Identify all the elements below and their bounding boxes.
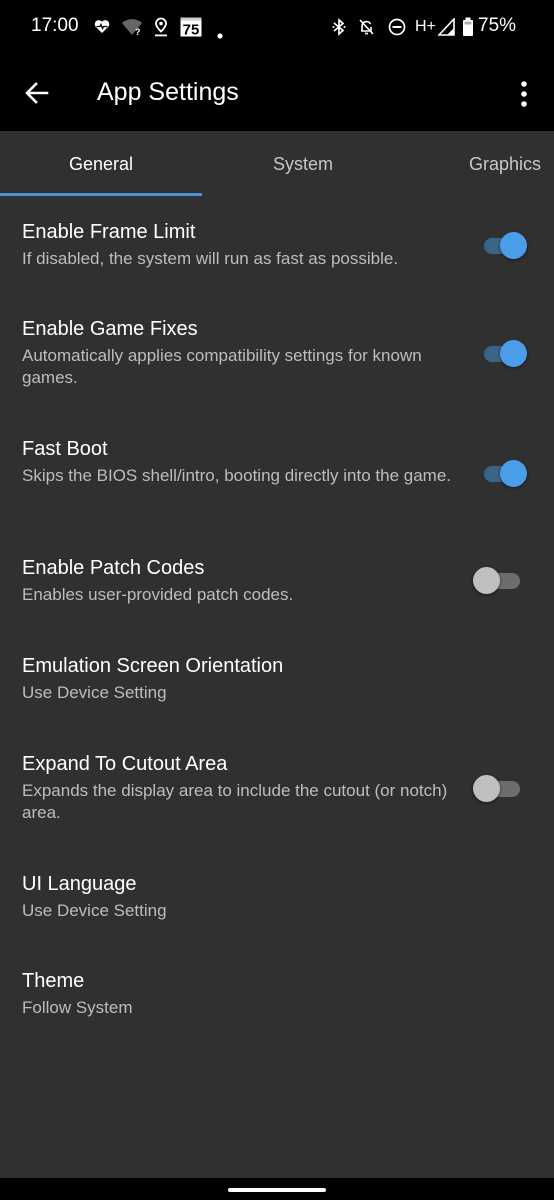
pref-summary: If disabled, the system will run as fast… <box>22 249 399 268</box>
pref-title: Enable Game Fixes <box>22 318 198 340</box>
pref-summary: Automatically applies compatibility sett… <box>22 346 422 387</box>
overflow-menu-button[interactable] <box>510 78 538 110</box>
tab-graphics[interactable]: Graphics <box>404 131 554 196</box>
bell-off-icon <box>358 18 375 42</box>
settings-list: Enable Frame Limit If disabled, the syst… <box>0 196 554 1178</box>
home-gesture-handle[interactable] <box>228 1188 326 1192</box>
back-button[interactable] <box>22 78 52 108</box>
pref-enable-game-fixes[interactable]: Enable Game Fixes Automatically applies … <box>0 294 554 414</box>
pref-title: Enable Patch Codes <box>22 557 205 579</box>
pref-enable-patch-codes[interactable]: Enable Patch Codes Enables user-provided… <box>0 534 554 632</box>
pref-summary: Skips the BIOS shell/intro, booting dire… <box>22 466 452 485</box>
navigation-bar <box>0 1178 554 1200</box>
pref-expand-to-cutout-area[interactable]: Expand To Cutout Area Expands the displa… <box>0 730 554 850</box>
pref-title: Theme <box>22 970 85 992</box>
enable-patch-codes-switch[interactable] <box>473 566 528 594</box>
pref-title: Expand To Cutout Area <box>22 753 228 775</box>
pref-title: Emulation Screen Orientation <box>22 655 284 677</box>
battery-percent: 75% <box>478 15 517 36</box>
tab-bar: General System Graphics <box>0 131 554 196</box>
svg-text:?: ? <box>135 27 141 36</box>
cell-signal-icon <box>437 16 455 42</box>
more-vert-icon <box>521 81 527 107</box>
enable-game-fixes-switch[interactable] <box>476 339 528 367</box>
fast-boot-switch[interactable] <box>476 459 528 487</box>
pref-enable-frame-limit[interactable]: Enable Frame Limit If disabled, the syst… <box>0 196 554 294</box>
tab-general[interactable]: General <box>0 131 202 196</box>
wifi-unknown-icon: ? <box>121 18 143 42</box>
svg-text:75: 75 <box>183 22 200 38</box>
pref-summary: Enables user-provided patch codes. <box>22 585 294 604</box>
do-not-disturb-icon <box>388 18 406 42</box>
pref-summary: Expands the display area to include the … <box>22 781 448 822</box>
location-icon <box>154 17 168 43</box>
calendar-75-icon: 75 <box>180 17 202 43</box>
status-bar: 17:00 ? 75 H+ 75% <box>0 0 554 56</box>
pref-title: Fast Boot <box>22 438 108 460</box>
heart-monitor-icon <box>94 19 110 40</box>
pref-title: Enable Frame Limit <box>22 221 196 243</box>
pref-fast-boot[interactable]: Fast Boot Skips the BIOS shell/intro, bo… <box>0 414 554 534</box>
network-type-icon: H+ <box>415 18 436 35</box>
bluetooth-icon <box>332 18 346 42</box>
pref-title: UI Language <box>22 873 137 895</box>
pref-emulation-screen-orientation[interactable]: Emulation Screen Orientation Use Device … <box>0 632 554 730</box>
pref-summary: Use Device Setting <box>22 901 167 920</box>
pref-theme[interactable]: Theme Follow System <box>0 948 554 1046</box>
app-bar: App Settings <box>0 56 554 131</box>
page-title: App Settings <box>97 78 239 106</box>
expand-to-cutout-area-switch[interactable] <box>473 774 528 802</box>
battery-icon <box>462 17 474 43</box>
notification-dot-icon <box>217 25 223 45</box>
status-time: 17:00 <box>31 15 79 36</box>
arrow-back-icon <box>25 82 49 104</box>
pref-ui-language[interactable]: UI Language Use Device Setting <box>0 850 554 948</box>
tab-system[interactable]: System <box>202 131 404 196</box>
enable-frame-limit-switch[interactable] <box>476 231 528 259</box>
pref-summary: Use Device Setting <box>22 683 167 702</box>
pref-summary: Follow System <box>22 998 133 1017</box>
